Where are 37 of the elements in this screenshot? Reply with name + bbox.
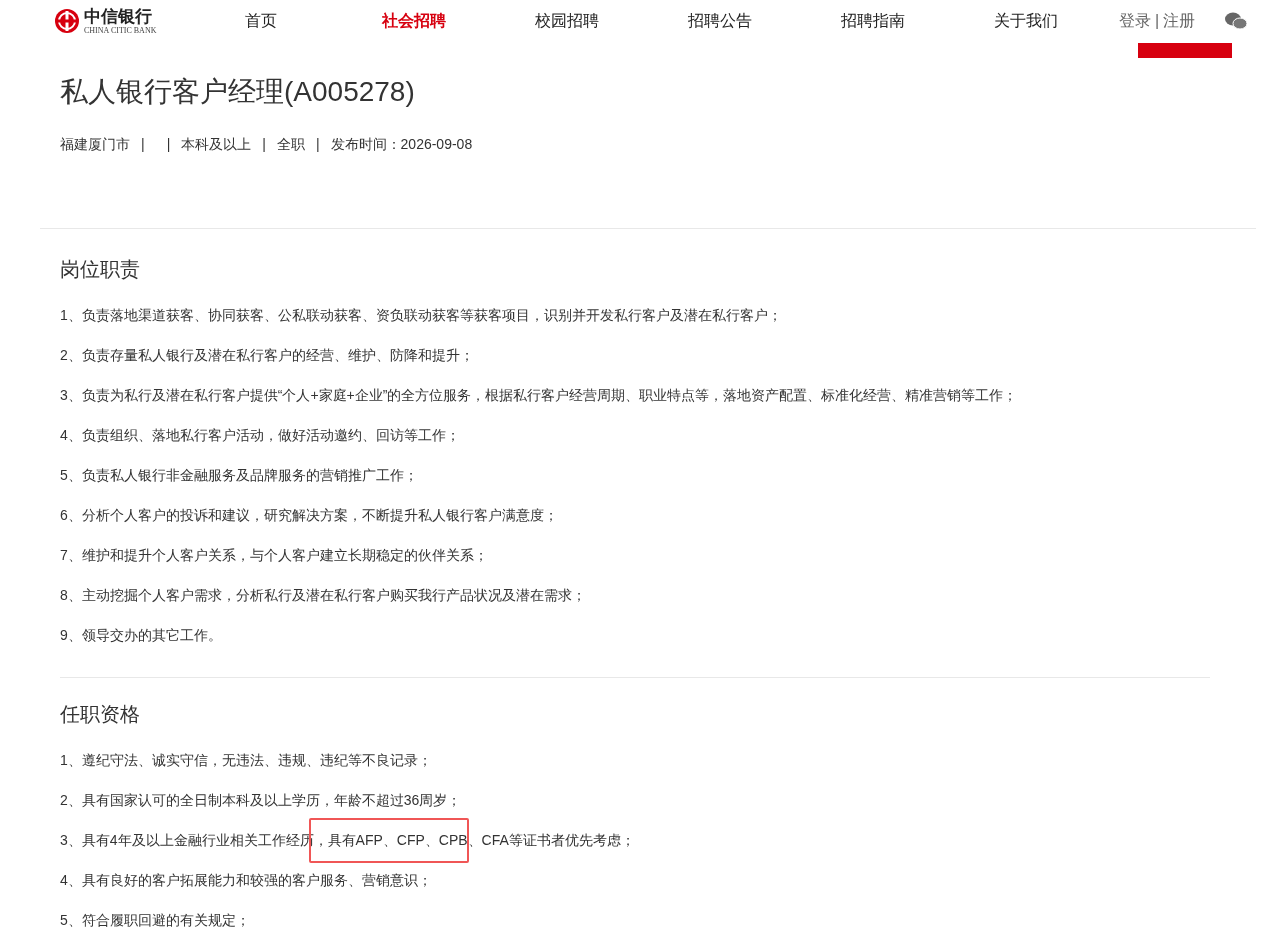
separator-text: | <box>262 134 266 154</box>
nav-item[interactable]: 关于我们 <box>949 9 1102 33</box>
separator-text: | <box>141 134 145 154</box>
list-item-text: 6、分析个人客户的投诉和建议，研究解决方案，不断提升私人银行客户满意度； <box>60 506 559 525</box>
register-link[interactable]: 注册 <box>1163 9 1196 33</box>
job-meta: 发布时间：2026-09-08 <box>330 134 473 154</box>
nav-item[interactable]: 首页 <box>184 9 337 33</box>
nav-item[interactable]: 招聘指南 <box>796 9 949 33</box>
nav-item[interactable]: 招聘公告 <box>643 9 796 33</box>
bank-logo-icon <box>54 8 80 34</box>
separator-text: | <box>166 134 171 154</box>
list-item-text: 9、领导交办的其它工作。 <box>60 626 223 645</box>
nav-item[interactable]: 社会招聘 <box>337 9 490 33</box>
job-title: 私人银行客户经理(A005278) <box>60 75 416 109</box>
list-item-text: 2、负责存量私人银行及潜在私行客户的经营、维护、防降和提升； <box>60 346 475 365</box>
job-meta: 福建厦门市 <box>60 134 130 154</box>
separator-text: | <box>1155 11 1160 31</box>
job-meta: 全职 <box>276 134 305 154</box>
logo-text: 中信银行 <box>84 7 153 25</box>
separator-text: | <box>315 134 320 154</box>
list-item-text: 1、遵纪守法、诚实守信，无违法、违规、违纪等不良记录； <box>60 751 433 770</box>
login-link[interactable]: 登录 <box>1119 9 1151 33</box>
list-item-text: 4、负责组织、落地私行客户活动，做好活动邀约、回访等工作； <box>60 426 461 445</box>
wechat-icon[interactable] <box>1225 12 1248 30</box>
section-heading: 任职资格 <box>60 702 141 727</box>
logo-subtitle: CHINA CITIC BANK <box>84 26 157 35</box>
list-item-text: 7、维护和提升个人客户关系，与个人客户建立长期稳定的伙伴关系； <box>60 546 489 565</box>
list-item-text: 4、具有良好的客户拓展能力和较强的客户服务、营销意识； <box>60 871 433 890</box>
job-meta: 本科及以上 <box>181 134 252 154</box>
section-heading: 岗位职责 <box>60 257 141 282</box>
nav-item[interactable]: 校园招聘 <box>490 9 643 33</box>
list-item-text: 3、负责为私行及潜在私行客户提供“个人+家庭+企业”的全方位服务，根据私行客户经营周期、职业特点等，落地资产配置、标准化经营、精准营销等工作； <box>60 386 1019 405</box>
list-item-text: 5、负责私人银行非金融服务及品牌服务的营销推广工作； <box>60 466 419 485</box>
list-item-text: 8、主动挖掘个人客户需求，分析私行及潜在私行客户购买我行产品状况及潜在需求； <box>60 586 587 605</box>
list-item-text: 2、具有国家认可的全日制本科及以上学历，年龄不超过36周岁； <box>60 791 463 810</box>
list-item-text: 5、符合履职回避的有关规定； <box>60 911 251 930</box>
list-item-text: 1、负责落地渠道获客、协同获客、公私联动获客、资负联动获客等获客项目，识别并开发私行客户及潜在私行客户； <box>60 306 783 325</box>
